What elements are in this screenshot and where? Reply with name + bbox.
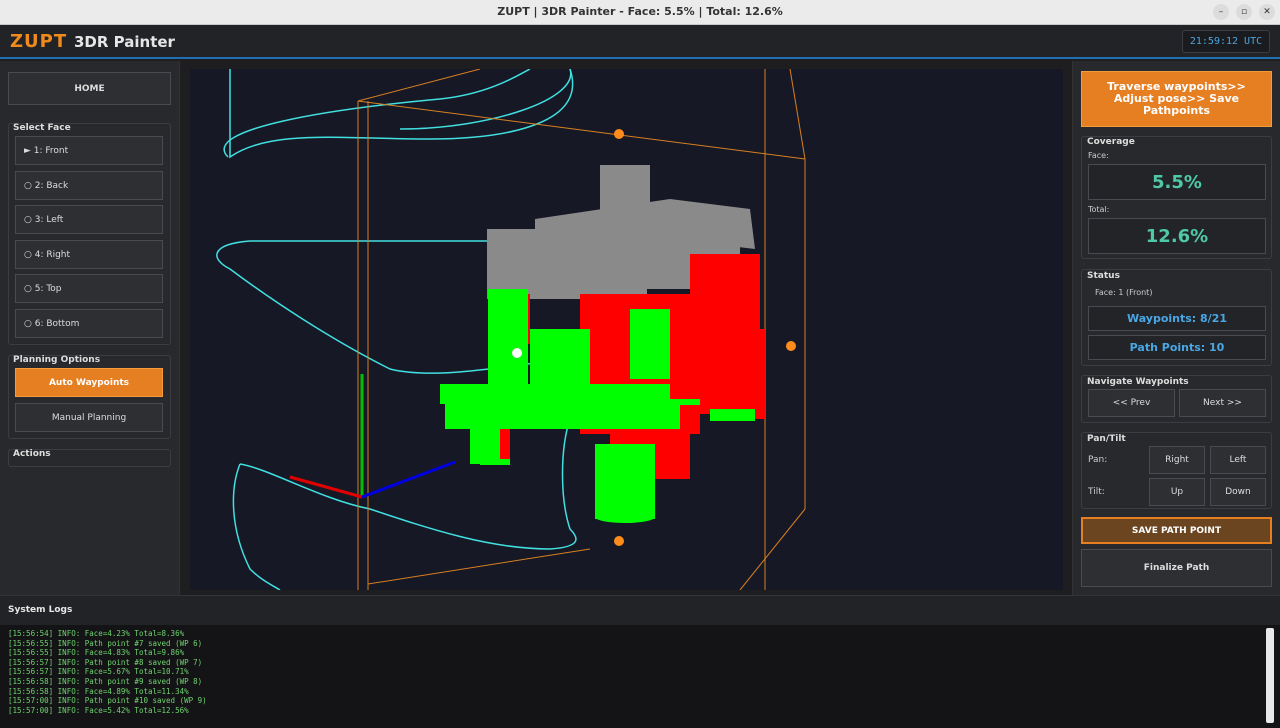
face-item-back[interactable]: ○ 2: Back: [15, 171, 163, 200]
log-line: [15:56:58] INFO: Path point #9 saved (WP…: [8, 676, 203, 686]
prev-waypoint-button[interactable]: << Prev: [1088, 389, 1175, 417]
utc-clock: 21:59:12 UTC: [1182, 30, 1270, 53]
axis-z: [361, 460, 456, 499]
right-panel: Traverse waypoints>> Adjust pose>> Save …: [1072, 61, 1280, 595]
total-coverage-value: 12.6%: [1088, 218, 1266, 254]
system-logs-header: System Logs: [0, 595, 1280, 625]
brand-logo: ZUPT: [10, 31, 68, 52]
path-segment-bottom: [232, 463, 281, 590]
face-item-top[interactable]: ○ 5: Top: [15, 274, 163, 303]
log-line: [15:57:00] INFO: Face=5.42% Total=12.56%: [8, 705, 189, 715]
app-header: ZUPT 3DR Painter 21:59:12 UTC: [0, 25, 1280, 59]
system-logs-panel: [15:56:54] INFO: Face=4.23% Total=8.36% …: [0, 625, 1280, 728]
face-item-left[interactable]: ○ 3: Left: [15, 205, 163, 234]
tilt-up-button[interactable]: Up: [1149, 478, 1205, 506]
manual-planning-button[interactable]: Manual Planning: [15, 403, 163, 432]
face-coverage-value: 5.5%: [1088, 164, 1266, 200]
close-icon[interactable]: ✕: [1259, 4, 1275, 20]
total-coverage-label: Total:: [1088, 205, 1110, 214]
tilt-label: Tilt:: [1088, 487, 1105, 497]
pan-tilt-title: Pan/Tilt: [1087, 434, 1126, 444]
log-line: [15:56:58] INFO: Face=4.89% Total=11.34%: [8, 686, 189, 696]
current-waypoint-marker: [512, 348, 522, 358]
log-line: [15:56:57] INFO: Path point #8 saved (WP…: [8, 657, 203, 667]
face-item-bottom[interactable]: ○ 6: Bottom: [15, 309, 163, 338]
3d-viewport[interactable]: [190, 69, 1063, 590]
finalize-path-button[interactable]: Finalize Path: [1081, 549, 1272, 587]
tilt-down-button[interactable]: Down: [1210, 478, 1266, 506]
log-line: [15:57:00] INFO: Path point #10 saved (W…: [8, 696, 207, 706]
pan-left-button[interactable]: Left: [1210, 446, 1266, 474]
coverage-title: Coverage: [1087, 137, 1135, 147]
save-path-point-button[interactable]: SAVE PATH POINT: [1081, 517, 1272, 544]
auto-waypoints-button[interactable]: Auto Waypoints: [15, 368, 163, 397]
face-item-front[interactable]: ► 1: Front: [15, 136, 163, 165]
next-waypoint-button[interactable]: Next >>: [1179, 389, 1266, 417]
window-titlebar: ZUPT | 3DR Painter - Face: 5.5% | Total:…: [0, 0, 1280, 25]
pan-label: Pan:: [1088, 455, 1108, 465]
left-panel: HOME Select Face ► 1: Front ○ 2: Back ○ …: [0, 61, 180, 595]
navigate-waypoints-title: Navigate Waypoints: [1087, 377, 1189, 387]
waypoint-marker: [614, 129, 624, 139]
status-face: Face: 1 (Front): [1095, 288, 1153, 297]
axis-x: [289, 475, 363, 499]
pan-right-button[interactable]: Right: [1149, 446, 1205, 474]
planning-options-title: Planning Options: [13, 355, 101, 365]
actions-title: Actions: [13, 449, 51, 459]
face-item-right[interactable]: ○ 4: Right: [15, 240, 163, 269]
waypoint-marker: [786, 341, 796, 351]
log-line: [15:56:55] INFO: Face=4.83% Total=9.86%: [8, 648, 185, 658]
minimize-icon[interactable]: –: [1213, 4, 1229, 20]
log-line: [15:56:55] INFO: Path point #7 saved (WP…: [8, 638, 203, 648]
status-title: Status: [1087, 271, 1120, 281]
log-line: [15:56:57] INFO: Face=5.67% Total=10.71%: [8, 667, 189, 677]
path-segment-top: [229, 69, 574, 159]
maximize-icon[interactable]: ▫: [1236, 4, 1252, 20]
logs-scrollbar[interactable]: [1266, 628, 1274, 723]
face-coverage-label: Face:: [1088, 151, 1109, 160]
log-line: [15:56:54] INFO: Face=4.23% Total=8.36%: [8, 629, 185, 638]
waypoint-marker: [614, 536, 624, 546]
waypoints-status: Waypoints: 8/21: [1088, 306, 1266, 331]
scene-render: [216, 69, 806, 590]
select-face-title: Select Face: [13, 123, 71, 133]
system-logs-title: System Logs: [8, 605, 73, 615]
path-points-status: Path Points: 10: [1088, 335, 1266, 360]
instruction-banner: Traverse waypoints>> Adjust pose>> Save …: [1081, 71, 1272, 127]
app-title: 3DR Painter: [74, 33, 175, 51]
window-title: ZUPT | 3DR Painter - Face: 5.5% | Total:…: [497, 5, 783, 18]
home-button[interactable]: HOME: [8, 72, 171, 105]
